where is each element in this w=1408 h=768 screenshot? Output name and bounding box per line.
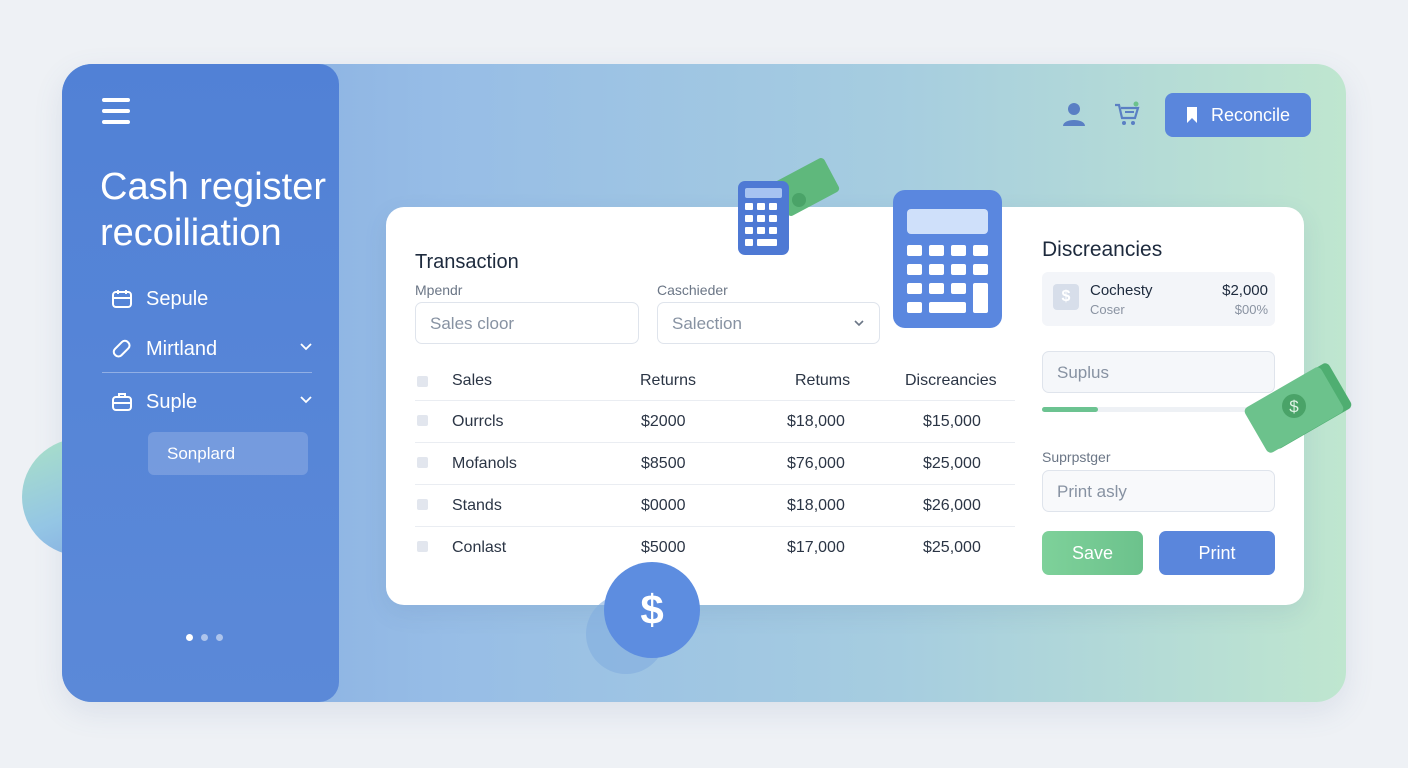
chevron-down-icon <box>854 320 864 327</box>
surplus-input[interactable]: Suplus <box>1042 351 1275 393</box>
print-button[interactable]: Print <box>1159 531 1275 575</box>
cell-name: Stands <box>452 497 502 514</box>
cell-name: Conlast <box>452 539 507 556</box>
cell-name: Ourrcls <box>452 413 504 430</box>
discrepancy-amount: $2,000 <box>1222 282 1268 299</box>
cash-bill-icon: $ <box>1244 363 1352 453</box>
sidebar-item-sepule[interactable]: Sepule <box>110 284 314 314</box>
table-row[interactable]: Ourrcls $2000 $18,000 $15,000 <box>415 400 1015 442</box>
column-header: Returns <box>640 372 697 389</box>
cell-discrepancy: $15,000 <box>923 413 981 430</box>
tag-icon <box>110 337 134 361</box>
progress-fill <box>1042 407 1098 412</box>
cell-sales: $5000 <box>641 539 686 556</box>
sidebar-item-label: Sepule <box>146 287 209 310</box>
print-input[interactable]: Print asly <box>1042 470 1275 512</box>
table-row[interactable]: Mofanols $8500 $76,000 $25,000 <box>415 442 1015 484</box>
pagination-dot[interactable] <box>201 634 208 641</box>
cell-returns: $18,000 <box>787 413 845 430</box>
transaction-title: Transaction <box>415 251 519 273</box>
cashier-select-value: Salection <box>672 314 742 333</box>
row-checkbox[interactable] <box>417 499 428 510</box>
sidebar: Cash register recoiliation Sepule Mirtla… <box>62 64 339 702</box>
user-icon[interactable] <box>1060 100 1088 128</box>
pagination-dot[interactable] <box>186 634 193 641</box>
calculator-icon <box>893 190 1002 328</box>
sales-input-placeholder: Sales cloor <box>430 314 515 333</box>
table-row[interactable]: Conlast $5000 $17,000 $25,000 <box>415 526 1015 568</box>
title-line-2: recoiliation <box>100 212 282 254</box>
print-input-placeholder: Print asly <box>1057 482 1127 501</box>
pagination-dots <box>186 634 223 641</box>
page-title: Cash register recoiliation <box>100 164 340 256</box>
column-header: Discreancies <box>905 372 997 389</box>
cashier-select[interactable]: Salection <box>657 302 880 344</box>
chevron-down-icon[interactable] <box>298 338 314 354</box>
cell-name: Mofanols <box>452 455 517 472</box>
sidebar-item-mirtland[interactable]: Mirtland <box>110 334 314 364</box>
select-all-checkbox[interactable] <box>417 376 428 387</box>
pagination-dot[interactable] <box>216 634 223 641</box>
row-checkbox[interactable] <box>417 457 428 468</box>
reconcile-button[interactable]: Reconcile <box>1165 93 1311 137</box>
row-checkbox[interactable] <box>417 541 428 552</box>
column-header: Retums <box>795 372 851 389</box>
surplus-placeholder: Suplus <box>1057 363 1109 382</box>
cell-discrepancy: $25,000 <box>923 455 981 472</box>
dollar-icon: $ <box>1053 284 1079 310</box>
row-checkbox[interactable] <box>417 415 428 426</box>
sidebar-item-label: Suple <box>146 390 198 413</box>
calendar-icon <box>110 287 134 311</box>
field-label-caschieder: Caschieder <box>657 282 728 298</box>
reconcile-label: Reconcile <box>1211 104 1291 125</box>
table-header: Sales Returns Retums Discreancies <box>415 370 1015 400</box>
hamburger-menu-icon[interactable] <box>102 98 130 124</box>
sidebar-divider <box>102 372 312 373</box>
save-button[interactable]: Save <box>1042 531 1143 575</box>
column-header: Sales <box>452 372 493 389</box>
cell-returns: $18,000 <box>787 497 845 514</box>
sidebar-subitem-sonplard[interactable]: Sonplard <box>148 432 308 475</box>
title-line-1: Cash register <box>100 166 326 208</box>
cell-sales: $0000 <box>641 497 686 514</box>
table-row[interactable]: Stands $0000 $18,000 $26,000 <box>415 484 1015 526</box>
svg-text:$: $ <box>640 586 663 633</box>
cell-discrepancy: $26,000 <box>923 497 981 514</box>
chevron-down-icon[interactable] <box>298 391 314 407</box>
cart-icon[interactable] <box>1113 100 1141 128</box>
cell-returns: $76,000 <box>787 455 845 472</box>
bookmark-icon <box>1187 107 1197 123</box>
dollar-coin-icon: $ <box>586 562 700 674</box>
cell-sales: $8500 <box>641 455 686 472</box>
progress-bar <box>1042 407 1275 412</box>
supervisor-label: Suprpstger <box>1042 449 1111 465</box>
discrepancies-title: Discreancies <box>1042 238 1163 261</box>
field-label-mpendr: Mpendr <box>415 282 463 298</box>
cell-discrepancy: $25,000 <box>923 539 981 556</box>
discrepancy-percent: $00% <box>1234 302 1268 317</box>
sidebar-item-label: Mirtland <box>146 337 218 360</box>
cell-returns: $17,000 <box>787 539 845 556</box>
cash-bill-icon <box>738 158 840 255</box>
sidebar-item-suple[interactable]: Suple <box>110 387 314 417</box>
sales-input[interactable]: Sales cloor <box>415 302 639 344</box>
cell-sales: $2000 <box>641 413 686 430</box>
svg-text:$: $ <box>1289 397 1299 416</box>
discrepancy-sub: Coser <box>1090 302 1125 317</box>
briefcase-icon <box>110 390 134 414</box>
discrepancy-name: Cochesty <box>1090 282 1153 299</box>
discrepancy-item[interactable]: $ Cochesty Coser $2,000 $00% <box>1042 272 1275 326</box>
